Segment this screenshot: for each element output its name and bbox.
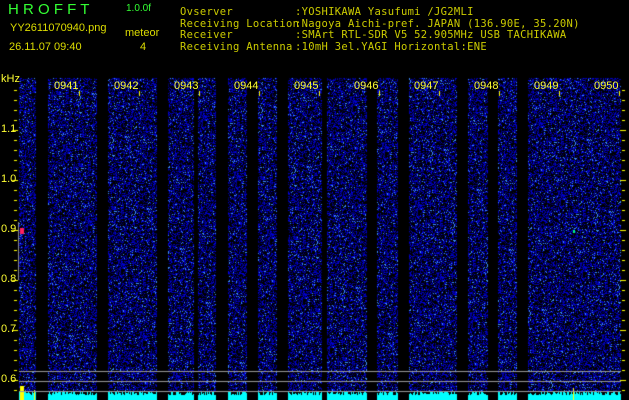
info-label: Receiver bbox=[180, 29, 233, 41]
meteor-label: meteor bbox=[125, 27, 160, 39]
meteor-count: 4 bbox=[140, 41, 147, 53]
y-tick-label: 0.8 bbox=[1, 273, 17, 285]
info-labels: Ovserver Receiving Location Receiver Rec… bbox=[180, 6, 299, 53]
time-label: 0950 bbox=[594, 80, 619, 92]
info-value: :10mH 3el.YAGI Horizontal:ENE bbox=[295, 40, 488, 53]
time-label: 0942 bbox=[114, 80, 139, 92]
app-title: H R O F F T bbox=[8, 1, 90, 18]
time-label: 0945 bbox=[294, 80, 319, 92]
filename: YY2611070940.png bbox=[10, 22, 107, 34]
datetime: 26.11.07 09:40 bbox=[9, 41, 82, 53]
y-tick-label: 1.1 bbox=[1, 123, 17, 135]
info-value: :SMArt RTL-SDR V5 52.905MHz USB TACHIKAW… bbox=[295, 29, 567, 41]
axis-unit: kHz bbox=[1, 73, 20, 85]
hrofft-window: H R O F F T 1.0.0f YY2611070940.png mete… bbox=[0, 0, 629, 400]
info-values: :YOSHIKAWA Yasufumi /JG2MLI :Nagoya Aich… bbox=[295, 6, 580, 53]
time-label: 0949 bbox=[534, 80, 559, 92]
time-label: 0943 bbox=[174, 80, 199, 92]
info-label: Receiving Antenna bbox=[180, 40, 293, 53]
y-tick-label: 0.7 bbox=[1, 323, 17, 335]
info-value: :YOSHIKAWA Yasufumi /JG2MLI bbox=[295, 6, 474, 18]
y-tick-label: 0.6 bbox=[1, 373, 17, 385]
time-label: 0947 bbox=[414, 80, 439, 92]
time-label: 0948 bbox=[474, 80, 499, 92]
version: 1.0.0f bbox=[126, 3, 152, 14]
time-label: 0941 bbox=[54, 80, 79, 92]
spectrogram bbox=[0, 0, 629, 400]
info-label: Ovserver bbox=[180, 6, 233, 18]
y-tick-label: 1.0 bbox=[1, 173, 17, 185]
time-label: 0944 bbox=[234, 80, 259, 92]
time-label: 0946 bbox=[354, 80, 379, 92]
y-tick-label: 0.9 bbox=[1, 223, 17, 235]
